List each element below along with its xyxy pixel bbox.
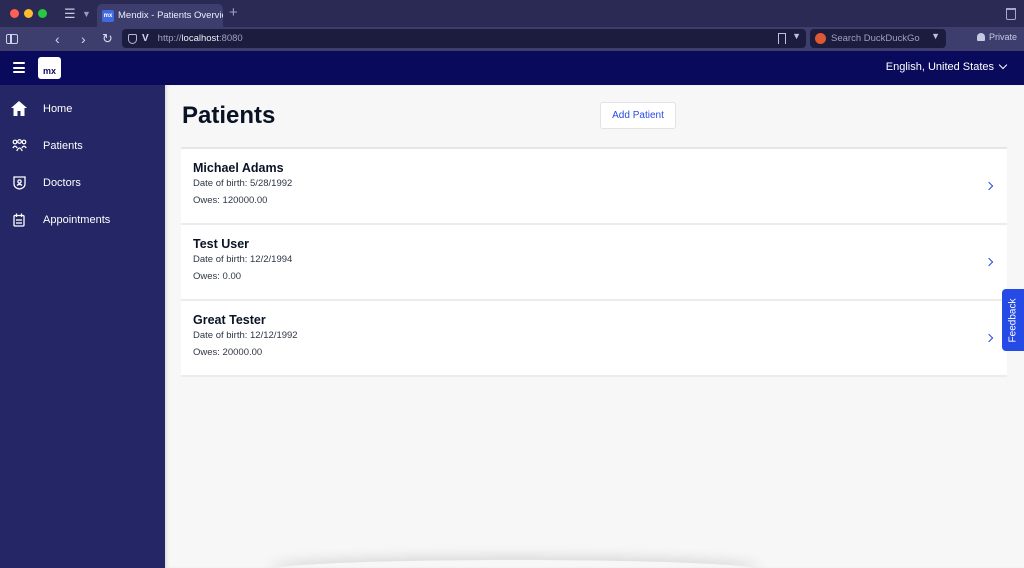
maximize-window-button[interactable]: [38, 9, 47, 18]
patient-list-item[interactable]: Great Tester Date of birth: 12/12/1992 O…: [181, 301, 1007, 377]
language-label: English, United States: [885, 61, 994, 73]
search-input[interactable]: Search DuckDuckGo: [831, 33, 920, 44]
tab-title: Mendix - Patients Overview: [118, 10, 223, 21]
patient-owes: Owes: 120000.00: [193, 195, 268, 206]
sidebar-item-label: Doctors: [43, 176, 81, 189]
patient-list-item[interactable]: Test User Date of birth: 12/2/1994 Owes:…: [181, 225, 1007, 301]
feedback-label: Feedback: [1007, 298, 1019, 342]
add-patient-button[interactable]: Add Patient: [600, 102, 676, 129]
mendix-favicon-icon: mx: [102, 9, 114, 22]
sidebar-item-label: Patients: [43, 139, 83, 152]
chevron-down-icon[interactable]: ▼: [931, 31, 940, 41]
hamburger-menu-icon[interactable]: [13, 62, 25, 73]
sidebar: Home Patients Doctors Appointments: [0, 85, 165, 568]
sidebar-toggle-icon[interactable]: [6, 34, 18, 44]
feedback-button[interactable]: Feedback: [1002, 289, 1024, 351]
page-title: Patients: [182, 102, 276, 129]
url-scheme: http://: [157, 33, 182, 44]
url-text[interactable]: http://localhost:8080: [158, 33, 243, 44]
patient-name: Great Tester: [193, 313, 266, 327]
browser-tab-bar: ☰ ▼ mx Mendix - Patients Overview +: [0, 0, 1024, 27]
sidebar-item-label: Home: [43, 102, 73, 115]
chevron-down-icon[interactable]: ▼: [82, 7, 91, 21]
sidebar-item-home[interactable]: Home: [0, 90, 165, 127]
patient-name: Test User: [193, 237, 250, 251]
chevron-down-icon: [998, 60, 1008, 70]
browser-tab[interactable]: mx Mendix - Patients Overview: [97, 4, 223, 27]
private-label: Private: [989, 32, 1018, 42]
private-indicator: Private: [977, 32, 1017, 42]
url-host: localhost: [181, 33, 219, 44]
patient-name: Michael Adams: [193, 161, 284, 175]
doctor-badge-icon: [11, 175, 27, 191]
sidebar-item-label: Appointments: [43, 213, 111, 226]
main-content: Patients Add Patient Michael Adams Date …: [165, 85, 1024, 568]
duckduckgo-icon: [815, 33, 826, 44]
url-port: :8080: [218, 33, 243, 44]
trash-icon[interactable]: [1006, 8, 1016, 20]
reload-icon[interactable]: ↻: [102, 30, 113, 48]
tab-groups-icon[interactable]: ☰: [64, 7, 78, 21]
patient-dob: Date of birth: 12/2/1994: [193, 254, 293, 265]
shield-icon[interactable]: [128, 33, 137, 44]
search-engine-bar[interactable]: Search DuckDuckGo ▼: [810, 29, 946, 48]
private-mask-icon: [977, 33, 985, 41]
patient-owes: Owes: 20000.00: [193, 347, 263, 358]
vpn-icon[interactable]: V: [142, 33, 149, 44]
patient-list-item[interactable]: Michael Adams Date of birth: 5/28/1992 O…: [181, 149, 1007, 225]
mendix-logo[interactable]: mx: [38, 57, 61, 79]
browser-toolbar: ‹ › ↻ V http://localhost:8080 ▼ Search D…: [0, 27, 1024, 51]
home-icon: [11, 101, 27, 117]
bookmark-icon[interactable]: [778, 33, 786, 44]
close-window-button[interactable]: [10, 9, 19, 18]
sidebar-item-appointments[interactable]: Appointments: [0, 201, 165, 238]
patient-list: Michael Adams Date of birth: 5/28/1992 O…: [181, 147, 1007, 377]
sidebar-item-doctors[interactable]: Doctors: [0, 164, 165, 201]
patients-icon: [11, 138, 27, 154]
forward-icon[interactable]: ›: [81, 30, 86, 48]
sidebar-item-patients[interactable]: Patients: [0, 127, 165, 164]
patient-dob: Date of birth: 5/28/1992: [193, 178, 293, 189]
new-tab-button[interactable]: +: [229, 5, 238, 21]
minimize-window-button[interactable]: [24, 9, 33, 18]
patient-owes: Owes: 0.00: [193, 271, 242, 282]
back-icon[interactable]: ‹: [55, 30, 60, 48]
chevron-down-icon[interactable]: ▼: [792, 31, 801, 41]
address-bar[interactable]: V http://localhost:8080 ▼: [122, 29, 806, 48]
app-header: mx English, United States: [0, 51, 1024, 85]
patient-dob: Date of birth: 12/12/1992: [193, 330, 298, 341]
language-selector[interactable]: English, United States: [885, 60, 1008, 73]
calendar-icon: [11, 212, 27, 228]
